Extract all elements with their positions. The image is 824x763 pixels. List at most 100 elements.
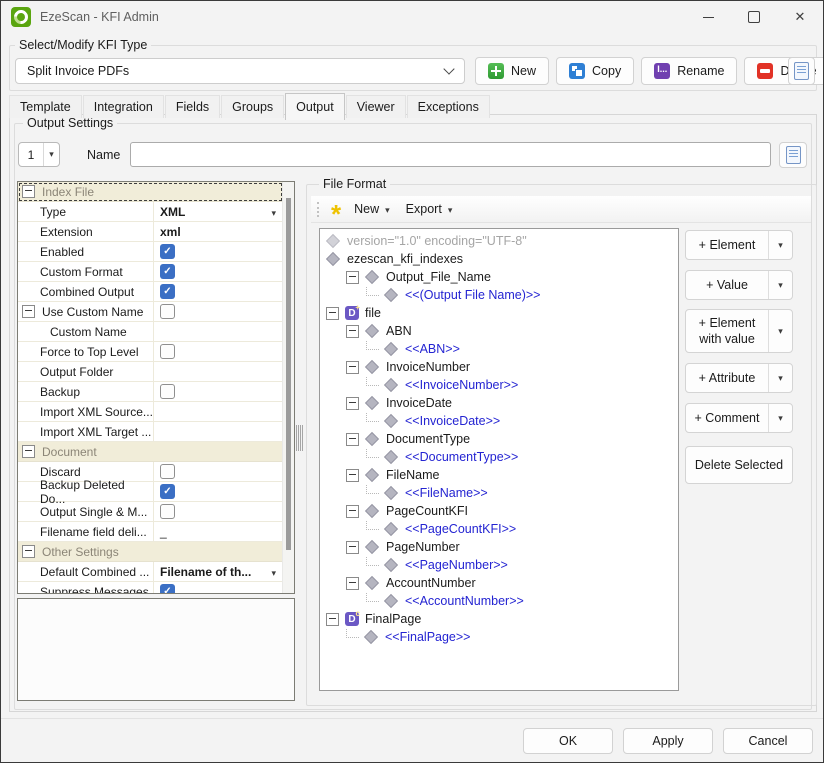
property-value[interactable] xyxy=(154,482,283,501)
tab-exceptions[interactable]: Exceptions xyxy=(407,95,490,118)
tab-viewer[interactable]: Viewer xyxy=(346,95,406,118)
tree-node-documenttype[interactable]: <<DocumentType>> xyxy=(320,448,678,466)
new-button[interactable]: New xyxy=(475,57,549,85)
property-section-index-file[interactable]: Index File xyxy=(18,182,283,202)
collapse-icon[interactable] xyxy=(326,613,339,626)
checkbox[interactable] xyxy=(160,484,175,499)
tab-template[interactable]: Template xyxy=(9,95,82,118)
close-button[interactable] xyxy=(777,1,823,33)
tree-node-abn[interactable]: ABN xyxy=(320,322,678,340)
delete-selected-button[interactable]: Delete Selected xyxy=(685,446,793,484)
dropdown-arrow-icon[interactable] xyxy=(44,149,59,160)
property-value[interactable]: _ xyxy=(154,522,283,541)
tab-groups[interactable]: Groups xyxy=(221,95,284,118)
collapse-icon[interactable] xyxy=(346,325,359,338)
dropdown-arrow-icon[interactable] xyxy=(768,364,792,392)
property-value[interactable] xyxy=(154,582,283,593)
property-value[interactable] xyxy=(154,402,283,421)
tree-node-pagecountkfi[interactable]: <<PageCountKFI>> xyxy=(320,520,678,538)
tree-node-ezescan-kfi-indexes[interactable]: ezescan_kfi_indexes xyxy=(320,250,678,268)
kfi-notes-button[interactable] xyxy=(788,57,815,85)
checkbox[interactable] xyxy=(160,264,175,279)
tree-node-invoicedate[interactable]: InvoiceDate xyxy=(320,394,678,412)
panel-splitter[interactable] xyxy=(296,425,303,451)
tree-node-accountnumber[interactable]: <<AccountNumber>> xyxy=(320,592,678,610)
property-value[interactable] xyxy=(154,422,283,441)
tree-node-pagenumber[interactable]: <<PageNumber>> xyxy=(320,556,678,574)
collapse-icon[interactable] xyxy=(346,541,359,554)
apply-button[interactable]: Apply xyxy=(623,728,713,754)
dropdown-arrow-icon[interactable] xyxy=(768,310,792,352)
tree-node-invoicenumber[interactable]: InvoiceNumber xyxy=(320,358,678,376)
tree-node-output-file-name[interactable]: <<(Output File Name)>> xyxy=(320,286,678,304)
tree-node-documenttype[interactable]: DocumentType xyxy=(320,430,678,448)
tree-node-pagenumber[interactable]: PageNumber xyxy=(320,538,678,556)
property-value[interactable] xyxy=(154,382,283,401)
property-value[interactable] xyxy=(154,302,283,321)
name-notes-button[interactable] xyxy=(779,142,807,168)
property-value[interactable] xyxy=(154,462,283,481)
scrollbar-thumb[interactable] xyxy=(286,198,291,550)
checkbox[interactable] xyxy=(160,464,175,479)
property-section-document[interactable]: Document xyxy=(18,442,283,462)
tree-node-filename[interactable]: FileName xyxy=(320,466,678,484)
property-value[interactable]: xml xyxy=(154,222,283,241)
dropdown-arrow-icon[interactable] xyxy=(768,231,792,259)
checkbox[interactable] xyxy=(160,504,175,519)
ok-button[interactable]: OK xyxy=(523,728,613,754)
collapse-icon[interactable] xyxy=(22,305,35,318)
minimize-button[interactable] xyxy=(685,1,731,33)
checkbox[interactable] xyxy=(160,584,175,593)
checkbox[interactable] xyxy=(160,344,175,359)
property-value[interactable] xyxy=(154,322,283,341)
rename-button[interactable]: Rename xyxy=(641,57,737,85)
collapse-icon[interactable] xyxy=(22,445,35,458)
tree-node-invoicedate[interactable]: <<InvoiceDate>> xyxy=(320,412,678,430)
comment-button[interactable]: + Comment xyxy=(685,403,793,433)
tab-integration[interactable]: Integration xyxy=(83,95,164,118)
maximize-button[interactable] xyxy=(731,1,777,33)
dropdown-arrow-icon[interactable] xyxy=(768,404,792,432)
collapse-icon[interactable] xyxy=(346,433,359,446)
tab-fields[interactable]: Fields xyxy=(165,95,220,118)
collapse-icon[interactable] xyxy=(346,271,359,284)
property-section-other-settings[interactable]: Other Settings xyxy=(18,542,283,562)
value-button[interactable]: + Value xyxy=(685,270,793,300)
collapse-icon[interactable] xyxy=(346,577,359,590)
collapse-icon[interactable] xyxy=(22,185,35,198)
collapse-icon[interactable] xyxy=(326,307,339,320)
property-grid-scrollbar[interactable] xyxy=(282,182,294,593)
name-input[interactable] xyxy=(130,142,771,167)
property-value[interactable] xyxy=(154,262,283,281)
index-selector[interactable]: 1 xyxy=(18,142,60,167)
tree-node-accountnumber[interactable]: AccountNumber xyxy=(320,574,678,592)
tree-node-pagecountkfi[interactable]: PageCountKFI xyxy=(320,502,678,520)
collapse-icon[interactable] xyxy=(346,469,359,482)
tree-node-file[interactable]: D+file xyxy=(320,304,678,322)
property-value[interactable]: XML xyxy=(154,202,283,221)
toolbar-grip[interactable] xyxy=(317,202,322,217)
element-with-value-button[interactable]: + Element with value xyxy=(685,309,793,353)
tree-node-version-1-0-encoding-utf-8[interactable]: version="1.0" encoding="UTF-8" xyxy=(320,232,678,250)
property-value[interactable]: Filename of th... xyxy=(154,562,283,581)
tree-node-finalpage[interactable]: <<FinalPage>> xyxy=(320,628,678,646)
dropdown-arrow-icon[interactable] xyxy=(768,271,792,299)
element-button[interactable]: + Element xyxy=(685,230,793,260)
kfi-type-combobox[interactable]: Split Invoice PDFs xyxy=(15,58,465,84)
tree-node-abn[interactable]: <<ABN>> xyxy=(320,340,678,358)
tree-node-filename[interactable]: <<FileName>> xyxy=(320,484,678,502)
checkbox[interactable] xyxy=(160,244,175,259)
property-value[interactable] xyxy=(154,362,283,381)
collapse-icon[interactable] xyxy=(22,545,35,558)
dropdown-arrow-icon[interactable] xyxy=(271,205,276,219)
property-value[interactable] xyxy=(154,282,283,301)
cancel-button[interactable]: Cancel xyxy=(723,728,813,754)
tree-node-output-file-name[interactable]: Output_File_Name xyxy=(320,268,678,286)
checkbox[interactable] xyxy=(160,304,175,319)
checkbox[interactable] xyxy=(160,384,175,399)
collapse-icon[interactable] xyxy=(346,397,359,410)
copy-button[interactable]: Copy xyxy=(556,57,634,85)
collapse-icon[interactable] xyxy=(346,505,359,518)
property-value[interactable] xyxy=(154,342,283,361)
toolbar-new-button[interactable]: New xyxy=(331,201,390,218)
